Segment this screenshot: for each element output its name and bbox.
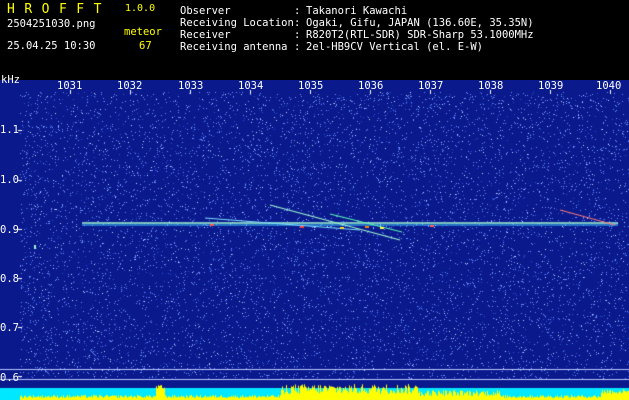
capture-filename: 2504251030.png (7, 18, 96, 30)
x-tick-label: 1035 (298, 80, 324, 92)
header-panel: HROFFT 1.0.0 2504251030.png meteor 25.04… (0, 0, 629, 80)
info-label-location: Receiving Location (180, 17, 294, 29)
y-tick-label: 0.9 (0, 224, 19, 236)
x-tick-label: 1034 (238, 80, 264, 92)
x-tick-label: 1039 (538, 80, 564, 92)
info-value-observer: Takanori Kawachi (306, 5, 408, 17)
y-tick-label: 1.1 (0, 124, 19, 136)
x-tick-label: 1037 (418, 80, 444, 92)
app-logo: HROFFT (7, 2, 111, 17)
y-tick-label: 0.8 (0, 273, 19, 285)
info-label-observer: Observer (180, 5, 231, 17)
axis-unit-label: kHz (1, 74, 20, 86)
info-value-antenna: 2el-HB9CV Vertical (el. E-W) (306, 41, 484, 53)
y-tick-label: 0.7 (0, 322, 19, 334)
meteor-count-label: meteor (124, 26, 162, 38)
x-tick-label: 1040 (596, 80, 622, 92)
x-tick-label: 1033 (178, 80, 204, 92)
info-value-receiver: R820T2(RTL-SDR) SDR-Sharp 53.1000MHz (306, 29, 534, 41)
info-value-location: Ogaki, Gifu, JAPAN (136.60E, 35.35N) (306, 17, 534, 29)
info-label-antenna: Receiving antenna (180, 41, 288, 53)
info-label-receiver: Receiver (180, 29, 231, 41)
app-version: 1.0.0 (125, 3, 156, 14)
meteor-count-value: 67 (139, 40, 152, 52)
capture-datetime: 25.04.25 10:30 (7, 40, 96, 52)
y-tick-label: 0.6 (0, 372, 19, 384)
x-tick-label: 1032 (117, 80, 143, 92)
x-tick-label: 1031 (57, 80, 83, 92)
x-tick-label: 1038 (478, 80, 504, 92)
x-tick-label: 1036 (358, 80, 384, 92)
y-tick-label: 1.0 (0, 174, 19, 186)
spectrogram-plot (0, 80, 629, 400)
